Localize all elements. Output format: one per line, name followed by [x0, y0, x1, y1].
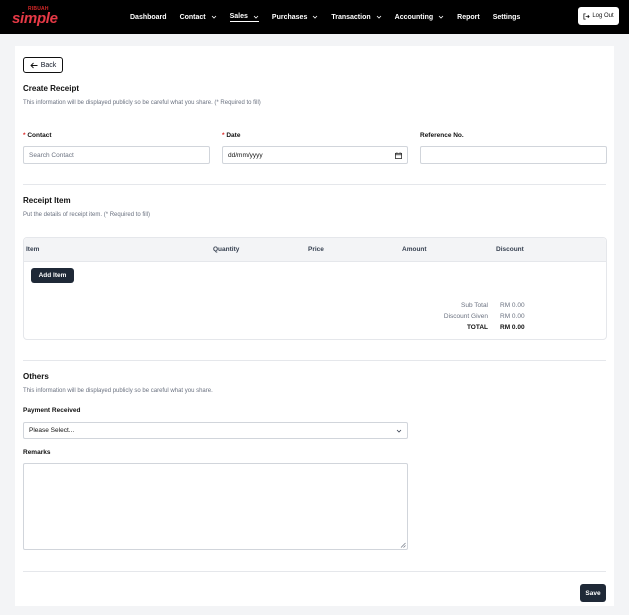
column-discount: Discount — [496, 246, 524, 253]
total-value: RM 0.00 — [500, 324, 525, 331]
brand-logo[interactable]: RIBUAH simple — [12, 6, 58, 28]
discount-given-value: RM 0.00 — [500, 313, 525, 320]
discount-given-label: Discount Given — [443, 313, 488, 320]
remarks-textarea[interactable] — [23, 463, 408, 550]
reference-label: Reference No. — [420, 132, 464, 139]
section-divider — [23, 571, 606, 572]
payment-selected-value: Please Select... — [29, 427, 75, 434]
create-receipt-heading: Create Receipt — [23, 84, 80, 93]
nav-sales[interactable]: Sales — [229, 12, 259, 22]
date-input[interactable]: dd/mm/yyyy — [222, 146, 408, 164]
column-amount: Amount — [402, 246, 427, 253]
others-heading: Others — [23, 372, 49, 381]
nav-dashboard[interactable]: Dashboard — [130, 12, 167, 22]
column-item: Item — [26, 246, 40, 253]
payment-received-select[interactable]: Please Select... — [23, 422, 408, 439]
main-nav: Dashboard Contact Sales Purchases Transa… — [130, 12, 533, 22]
subtotal-label: Sub Total — [461, 302, 488, 309]
remarks-label: Remarks — [23, 449, 51, 456]
chevron-down-icon — [253, 15, 259, 19]
date-value: dd/mm/yyyy — [228, 151, 263, 159]
logout-button[interactable]: Log Out — [578, 7, 619, 25]
date-label: * Date — [222, 132, 241, 139]
chevron-down-icon — [396, 429, 402, 433]
chevron-down-icon — [211, 15, 216, 19]
contact-search-input[interactable]: Search Contact — [23, 146, 210, 164]
nav-transaction[interactable]: Transaction — [331, 12, 381, 22]
calendar-icon[interactable] — [395, 152, 402, 159]
chevron-down-icon — [438, 15, 444, 19]
nav-accounting[interactable]: Accounting — [395, 12, 445, 22]
save-button[interactable]: Save — [580, 584, 606, 602]
back-button[interactable]: Back — [23, 57, 63, 73]
add-item-button[interactable]: Add Item — [31, 268, 74, 283]
section-divider — [23, 360, 606, 361]
receipt-form-card: Back Create Receipt This information wil… — [15, 46, 614, 606]
resize-handle-icon[interactable] — [400, 542, 406, 548]
chevron-down-icon — [313, 15, 318, 19]
contact-label: * Contact — [23, 132, 52, 139]
table-header: Item Quantity Price Amount Discount — [24, 238, 606, 262]
payment-received-label: Payment Received — [23, 407, 81, 414]
nav-contact[interactable]: Contact — [180, 12, 217, 22]
nav-report[interactable]: Report — [457, 12, 480, 22]
column-quantity: Quantity — [213, 246, 240, 253]
column-price: Price — [308, 246, 324, 253]
nav-purchases[interactable]: Purchases — [272, 12, 318, 22]
brand-name: simple — [12, 10, 58, 27]
total-label: TOTAL — [466, 324, 488, 331]
section-divider — [23, 184, 606, 185]
receipt-item-subtitle: Put the details of receipt item. (* Requ… — [23, 212, 151, 218]
reference-input[interactable] — [420, 146, 607, 164]
receipt-items-table: Item Quantity Price Amount Discount Add … — [23, 237, 607, 340]
logout-icon — [583, 12, 590, 20]
receipt-item-heading: Receipt Item — [23, 196, 71, 205]
logout-label: Log Out — [592, 13, 614, 19]
arrow-left-icon — [30, 62, 38, 68]
nav-settings[interactable]: Settings — [493, 12, 521, 22]
create-receipt-subtitle: This information will be displayed publi… — [23, 100, 261, 106]
top-navbar: RIBUAH simple Dashboard Contact Sales Pu… — [0, 0, 629, 34]
others-subtitle: This information will be displayed publi… — [23, 388, 213, 394]
subtotal-value: RM 0.00 — [500, 302, 525, 309]
back-label: Back — [40, 61, 57, 69]
chevron-down-icon — [376, 15, 381, 19]
